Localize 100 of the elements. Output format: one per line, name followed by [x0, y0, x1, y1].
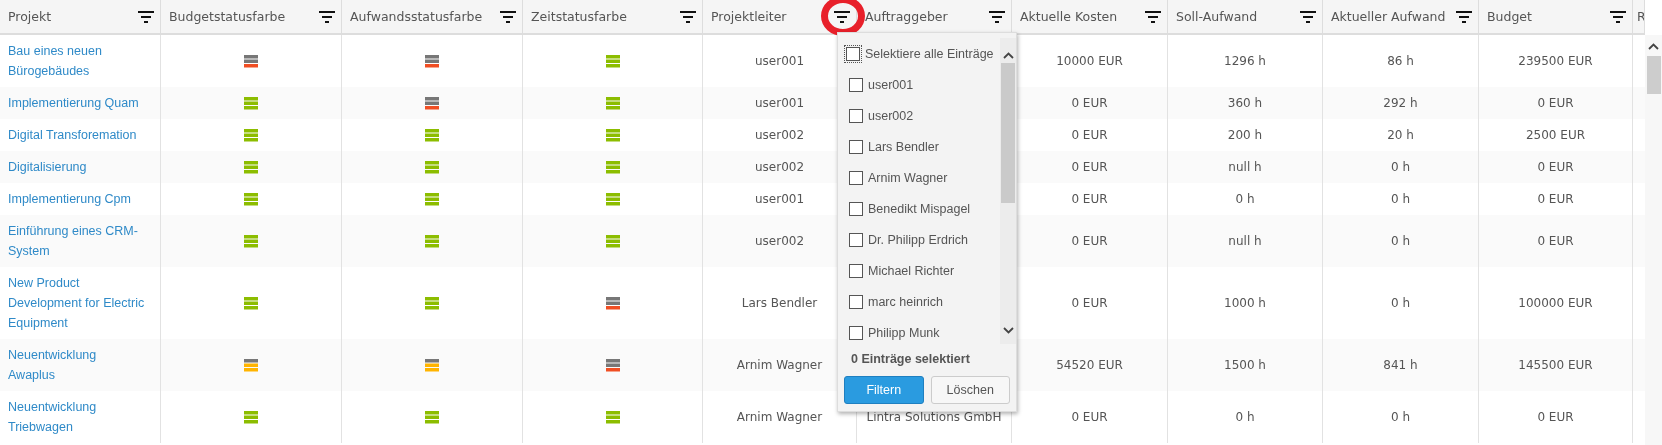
column-header-label: Aktuelle Kosten [1020, 9, 1118, 24]
column-header-label: Auftraggeber [865, 9, 948, 24]
table-cell-text: 1000 h [1224, 295, 1266, 312]
table-cell-text: 0 EUR [1071, 233, 1108, 250]
project-link[interactable]: Digitalisierung [8, 157, 87, 177]
column-header-label: Aktueller Aufwand [1331, 9, 1446, 24]
checkbox[interactable] [849, 263, 863, 278]
scrollbar-thumb[interactable] [1646, 56, 1661, 94]
project-link[interactable]: New Product Development for Electric Equipment [8, 273, 145, 333]
filter-option[interactable]: user002 [844, 100, 1000, 131]
project-link[interactable]: Digital Transforemation [8, 125, 137, 145]
table-cell-text: user001 [754, 95, 805, 112]
checkbox[interactable] [849, 170, 863, 185]
project-link[interactable]: Bau eines neuen Bürogebäudes [8, 41, 145, 81]
table-cell-text: 0 EUR [1537, 191, 1574, 208]
filter-icon[interactable] [1456, 10, 1472, 23]
table-cell-text: null h [1228, 159, 1262, 176]
select-all-option[interactable]: Selektiere alle Einträge [844, 38, 1000, 69]
filter-icon[interactable] [319, 10, 335, 23]
column-header[interactable]: Zeitstatusfarbe [523, 0, 703, 33]
filter-icon[interactable] [680, 10, 696, 23]
table-cell-text: 0 EUR [1537, 409, 1574, 426]
table-cell-text: 0 EUR [1071, 159, 1108, 176]
checkbox[interactable] [846, 46, 860, 61]
table-cell-text: 0 h [1390, 409, 1411, 426]
scroll-up-icon[interactable] [1648, 43, 1659, 50]
table-cell-text: 1296 h [1224, 53, 1266, 70]
scroll-down-icon[interactable] [1002, 327, 1014, 334]
column-header-label: Budget [1487, 9, 1532, 24]
project-link[interactable]: Implementierung Quam [8, 93, 139, 113]
table-cell-text: 10000 EUR [1056, 53, 1123, 70]
table-cell-text: 0 h [1390, 233, 1411, 250]
table-cell-text: 0 EUR [1537, 159, 1574, 176]
vertical-scrollbar[interactable] [1645, 35, 1662, 445]
table-cell-text: 2500 EUR [1525, 127, 1586, 144]
checkbox[interactable] [849, 77, 863, 92]
table-cell-text: 86 h [1387, 53, 1414, 70]
filter-icon[interactable] [1610, 10, 1626, 23]
checkbox[interactable] [849, 139, 863, 154]
table-cell-text: 0 EUR [1071, 191, 1108, 208]
table-cell-text: user002 [754, 159, 805, 176]
column-header[interactable]: Soll-Aufwand [1168, 0, 1323, 33]
column-header-label: Projekt [8, 9, 52, 24]
table-cell-text: Lintra Solutions GmbH [866, 409, 1002, 426]
column-header-label: Aufwandsstatusfarbe [350, 9, 483, 24]
filter-icon[interactable] [500, 10, 516, 23]
checkbox[interactable] [849, 108, 863, 123]
checkbox[interactable] [849, 232, 863, 247]
table-cell-text: 292 h [1383, 95, 1418, 112]
filter-option[interactable]: Arnim Wagner [844, 162, 1000, 193]
table-cell-text: 0 h [1390, 191, 1411, 208]
filter-option[interactable]: user001 [844, 69, 1000, 100]
clear-button[interactable]: Löschen [930, 376, 1010, 404]
filter-option[interactable]: Philipp Munk [844, 317, 1000, 344]
scroll-up-icon[interactable] [1002, 52, 1014, 59]
checkbox[interactable] [849, 294, 863, 309]
table-cell-text: 200 h [1227, 127, 1263, 144]
filter-option[interactable]: Michael Richter [844, 255, 1000, 286]
table-cell-text: 0 EUR [1071, 409, 1108, 426]
table-cell-text: Arnim Wagner [736, 409, 823, 426]
filter-option[interactable]: Dr. Philipp Erdrich [844, 224, 1000, 255]
table-cell-text: null h [1228, 233, 1262, 250]
table-cell-text: 0 h [1235, 409, 1255, 426]
column-header[interactable]: Budgetstatusfarbe [161, 0, 342, 33]
column-header[interactable]: Projekt [0, 0, 161, 33]
table-cell-text: 0 EUR [1071, 295, 1108, 312]
column-header[interactable]: Aktueller Aufwand [1323, 0, 1479, 33]
table-cell-text: user001 [754, 191, 805, 208]
table-cell-text: 0 h [1390, 159, 1411, 176]
table-cell-text: 0 h [1235, 191, 1255, 208]
checkbox[interactable] [849, 325, 863, 340]
column-header-label: Budgetstatusfarbe [169, 9, 286, 24]
scrollbar-thumb[interactable] [1001, 63, 1015, 203]
filter-icon[interactable] [834, 10, 850, 23]
table-cell-text: 360 h [1227, 95, 1263, 112]
table-cell-text: 145500 EUR [1518, 357, 1593, 374]
table-cell-text: user001 [754, 53, 805, 70]
project-link[interactable]: Implementierung Cpm [8, 189, 131, 209]
filter-icon[interactable] [1145, 10, 1161, 23]
filter-option[interactable]: Lars Bendler [844, 131, 1000, 162]
project-link[interactable]: Einführung eines CRM-System [8, 221, 145, 261]
column-header-label: Projektleiter [711, 9, 787, 24]
filter-icon[interactable] [138, 10, 154, 23]
column-header[interactable]: Budget [1479, 0, 1633, 33]
table-cell-text: 0 EUR [1071, 127, 1108, 144]
filter-icon[interactable] [1300, 10, 1316, 23]
list-scrollbar[interactable] [1000, 38, 1016, 344]
table-cell-text: 0 EUR [1537, 95, 1574, 112]
table-cell-text: Arnim Wagner [736, 357, 823, 374]
column-header-label: Soll-Aufwand [1176, 9, 1258, 24]
column-header[interactable]: Aufwandsstatusfarbe [342, 0, 523, 33]
filter-option[interactable]: marc heinrich [844, 286, 1000, 317]
filter-option[interactable]: Benedikt Mispagel [844, 193, 1000, 224]
table-cell-text: 0 EUR [1071, 95, 1108, 112]
project-link[interactable]: Neuentwicklung Triebwagen [8, 397, 145, 437]
table-cell-text: 0 EUR [1537, 233, 1574, 250]
checkbox[interactable] [849, 201, 863, 216]
table-cell-text: 20 h [1387, 127, 1414, 144]
filter-icon[interactable] [989, 10, 1005, 23]
project-link[interactable]: Neuentwicklung Awaplus [8, 345, 145, 385]
